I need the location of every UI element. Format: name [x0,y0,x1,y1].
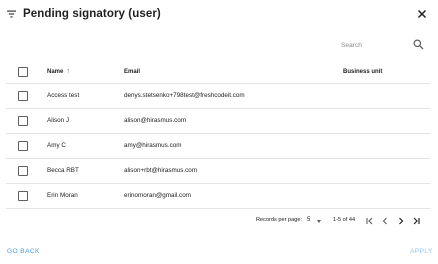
search-icon[interactable] [413,39,424,50]
search-box [340,38,430,52]
row-checkbox[interactable] [18,141,28,151]
pagination: Records per page: 5 1-5 of 44 [0,212,438,232]
row-email: erinomoran@gmail.com [124,192,191,199]
row-checkbox[interactable] [18,166,28,176]
table-row[interactable]: Amy C amy@hirasmus.com [6,134,430,159]
records-per-page-value: 5 [307,217,311,223]
filter-icon[interactable] [7,10,16,18]
next-page-icon[interactable] [395,215,407,227]
row-name: Amy C [47,142,66,149]
signatory-table: Name ↑ Email Business unit Access test de… [6,60,430,209]
row-name: Becca RBT [47,167,79,174]
row-checkbox[interactable] [18,116,28,126]
row-name: Access test [47,92,80,99]
chevron-down-icon [317,220,321,223]
records-per-page-select[interactable]: 5 [305,215,325,227]
row-email: denys.stetsenko+798test@freshcodeit.com [124,92,245,99]
dialog-title: Pending signatory (user) [23,8,161,20]
close-icon[interactable] [416,8,428,20]
table-row[interactable]: Becca RBT alison+rbt@hirasmus.com [6,159,430,184]
first-page-icon[interactable] [364,215,376,227]
table-header-row: Name ↑ Email Business unit [6,60,430,84]
prev-page-icon[interactable] [379,215,391,227]
search-input[interactable] [341,38,407,52]
table-row[interactable]: Alison J alison@hirasmus.com [6,109,430,134]
select-all-checkbox[interactable] [18,67,28,77]
records-per-page-label: Records per page: [256,217,303,223]
page-range: 1-5 of 44 [333,217,356,223]
last-page-icon[interactable] [410,215,422,227]
column-header-name[interactable]: Name ↑ [47,60,70,84]
column-header-email: Email [124,69,141,75]
row-checkbox[interactable] [18,191,28,201]
dialog-header: Pending signatory (user) [0,0,438,30]
table-row[interactable]: Access test denys.stetsenko+798test@fres… [6,84,430,109]
row-email: amy@hirasmus.com [124,142,182,149]
row-name: Erin Moran [47,192,78,199]
row-email: alison+rbt@hirasmus.com [124,167,198,174]
apply-button[interactable]: APPLY [410,248,433,255]
arrow-up-icon[interactable]: ↑ [66,60,70,84]
row-checkbox[interactable] [18,91,28,101]
row-email: alison@hirasmus.com [124,117,187,124]
table-row[interactable]: Erin Moran erinomoran@gmail.com [6,184,430,209]
column-header-business-unit: Business unit [343,69,383,75]
column-header-name-label: Name [47,69,64,75]
row-name: Alison J [47,117,70,124]
go-back-button[interactable]: GO BACK [7,248,40,255]
